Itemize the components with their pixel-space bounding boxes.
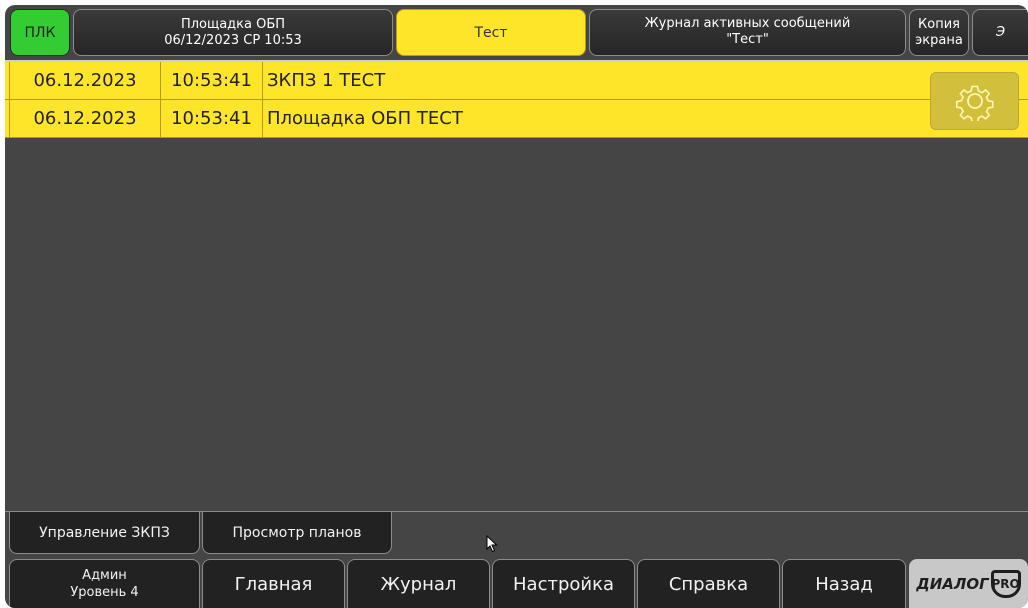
message-time: 10:53:41 [161,100,263,137]
message-row[interactable]: 06.12.2023 10:53:41 ЗКПЗ 1 ТЕСТ [5,62,1028,100]
journal-title-button[interactable]: Журнал активных сообщений "Тест" [589,9,906,56]
test-mode-button[interactable]: Тест [396,9,586,56]
screenshot-line1: Копия [918,16,960,32]
nav-main-label: Главная [234,573,313,595]
site-info-button[interactable]: Площадка ОБП 06/12/2023 СР 10:53 [73,9,393,56]
settings-button[interactable] [930,72,1019,130]
hmi-screen: ПЛК Площадка ОБП 06/12/2023 СР 10:53 Тес… [5,5,1028,608]
gear-icon [955,85,994,121]
nav-back-button[interactable]: Назад [782,559,906,608]
message-text: Площадка ОБП ТЕСТ [267,108,463,129]
view-plans-button[interactable]: Просмотр планов [202,512,392,554]
extra-label: Э [995,24,1006,40]
journal-title-line2: "Тест" [726,32,769,47]
user-level: Уровень 4 [70,585,139,600]
message-row[interactable]: 06.12.2023 10:53:41 Площадка ОБП ТЕСТ [5,100,1028,138]
nav-settings-button[interactable]: Настройка [492,559,635,608]
logo-brand: ДИАЛОГ [916,574,989,593]
nav-help-label: Справка [668,573,749,595]
logo-shield: PRO [990,569,1021,598]
active-messages-list[interactable]: 06.12.2023 10:53:41 ЗКПЗ 1 ТЕСТ 06.12.20… [5,60,1028,512]
mouse-pointer-icon [486,535,498,553]
dialog-pro-logo: ДИАЛОГ PRO [909,559,1028,608]
nav-main-button[interactable]: Главная [202,559,345,608]
test-label: Тест [474,24,508,41]
nav-journal-label: Журнал [380,573,457,595]
view-plans-label: Просмотр планов [232,524,362,541]
site-datetime: 06/12/2023 СР 10:53 [164,32,302,48]
message-text: ЗКПЗ 1 ТЕСТ [267,70,386,91]
nav-settings-label: Настройка [513,573,614,595]
screenshot-button[interactable]: Копия экрана [909,9,969,56]
nav-back-label: Назад [815,573,873,595]
message-date: 06.12.2023 [9,100,161,137]
message-time: 10:53:41 [161,62,263,99]
user-name: Админ [82,568,127,583]
nav-journal-button[interactable]: Журнал [347,559,490,608]
screenshot-line2: экрана [915,32,963,48]
journal-title-line1: Журнал активных сообщений [644,16,851,31]
top-bar: ПЛК Площадка ОБП 06/12/2023 СР 10:53 Тес… [5,5,1028,60]
zkpz-control-button[interactable]: Управление ЗКПЗ [9,512,200,554]
extra-button[interactable]: Э [972,9,1028,56]
plc-button[interactable]: ПЛК [10,9,70,56]
plc-label: ПЛК [24,24,56,41]
nav-help-button[interactable]: Справка [637,559,780,608]
message-date: 06.12.2023 [9,62,161,99]
site-name: Площадка ОБП [180,16,286,32]
zkpz-control-label: Управление ЗКПЗ [39,524,170,541]
user-button[interactable]: Админ Уровень 4 [9,559,200,608]
